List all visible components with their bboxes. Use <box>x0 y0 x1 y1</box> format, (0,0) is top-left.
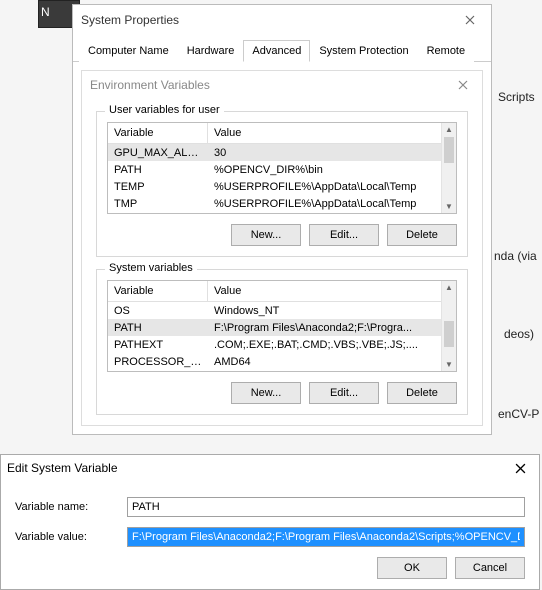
edit-system-variable-dialog: Edit System Variable Variable name: Vari… <box>0 454 540 590</box>
env-titlebar: Environment Variables <box>82 71 482 99</box>
scroll-up-icon[interactable]: ▲ <box>442 283 456 292</box>
listview-row[interactable]: PATHF:\Program Files\Anaconda2;F:\Progra… <box>108 319 456 336</box>
tab-system-protection[interactable]: System Protection <box>310 40 417 62</box>
window-title: System Properties <box>81 13 179 27</box>
esv-body: Variable name: Variable value: OK Cancel <box>1 481 539 589</box>
listview-body: OSWindows_NT PATHF:\Program Files\Anacon… <box>108 302 456 370</box>
scroll-down-icon[interactable]: ▼ <box>442 360 456 369</box>
listview-row[interactable]: OSWindows_NT <box>108 302 456 319</box>
environment-variables-dialog: Environment Variables User variables for… <box>81 70 483 426</box>
ok-button[interactable]: OK <box>377 557 447 579</box>
close-button[interactable] <box>457 7 483 33</box>
system-variables-listview[interactable]: Variable Value OSWindows_NT PATHF:\Progr… <box>107 280 457 372</box>
system-variables-label: System variables <box>105 262 197 274</box>
scroll-thumb[interactable] <box>444 321 454 347</box>
esv-titlebar: Edit System Variable <box>1 455 539 481</box>
listview-body: GPU_MAX_ALLO...30 PATH%OPENCV_DIR%\bin T… <box>108 144 456 212</box>
listview-row[interactable]: PATHEXT.COM;.EXE;.BAT;.CMD;.VBS;.VBE;.JS… <box>108 336 456 353</box>
listview-row[interactable]: GPU_MAX_ALLO...30 <box>108 144 456 161</box>
bg-text-fragment: Scripts <box>494 88 539 106</box>
user-button-row: New... Edit... Delete <box>107 224 457 246</box>
listview-row[interactable]: PROCESSOR_A...AMD64 <box>108 353 456 370</box>
scroll-down-icon[interactable]: ▼ <box>442 202 456 211</box>
esv-close-button[interactable] <box>507 455 533 481</box>
cancel-button[interactable]: Cancel <box>455 557 525 579</box>
column-header-variable[interactable]: Variable <box>108 281 208 301</box>
column-header-value[interactable]: Value <box>208 281 456 301</box>
variable-name-label: Variable name: <box>15 501 127 513</box>
variable-value-input[interactable] <box>127 527 525 547</box>
listview-row[interactable]: TMP%USERPROFILE%\AppData\Local\Temp <box>108 195 456 212</box>
user-new-button[interactable]: New... <box>231 224 301 246</box>
listview-header: Variable Value <box>108 123 456 144</box>
env-close-button[interactable] <box>452 74 474 96</box>
user-edit-button[interactable]: Edit... <box>309 224 379 246</box>
system-properties-window: System Properties Computer Name Hardware… <box>72 4 492 435</box>
variable-name-input[interactable] <box>127 497 525 517</box>
system-variables-group: System variables Variable Value OSWindow… <box>96 269 468 415</box>
column-header-variable[interactable]: Variable <box>108 123 208 143</box>
scroll-up-icon[interactable]: ▲ <box>442 125 456 134</box>
close-icon <box>465 15 475 25</box>
tab-hardware[interactable]: Hardware <box>178 40 244 62</box>
user-delete-button[interactable]: Delete <box>387 224 457 246</box>
listview-row[interactable]: PATH%OPENCV_DIR%\bin <box>108 161 456 178</box>
system-edit-button[interactable]: Edit... <box>309 382 379 404</box>
close-icon <box>515 463 526 474</box>
bg-text-fragment: deos) <box>500 325 538 343</box>
tab-computer-name[interactable]: Computer Name <box>79 40 178 62</box>
tab-remote[interactable]: Remote <box>418 40 475 62</box>
esv-name-row: Variable name: <box>15 497 525 517</box>
bg-text-fragment: enCV-P <box>494 405 542 423</box>
tab-advanced[interactable]: Advanced <box>243 40 310 62</box>
user-variables-label: User variables for user <box>105 104 224 116</box>
env-title: Environment Variables <box>90 78 210 92</box>
listview-row[interactable]: TEMP%USERPROFILE%\AppData\Local\Temp <box>108 178 456 195</box>
tab-strip: Computer Name Hardware Advanced System P… <box>73 39 491 62</box>
user-variables-listview[interactable]: Variable Value GPU_MAX_ALLO...30 PATH%OP… <box>107 122 457 214</box>
variable-value-label: Variable value: <box>15 531 127 543</box>
system-button-row: New... Edit... Delete <box>107 382 457 404</box>
column-header-value[interactable]: Value <box>208 123 456 143</box>
close-icon <box>458 80 468 90</box>
system-new-button[interactable]: New... <box>231 382 301 404</box>
scrollbar[interactable]: ▲ ▼ <box>441 281 456 371</box>
titlebar: System Properties <box>73 5 491 35</box>
listview-header: Variable Value <box>108 281 456 302</box>
esv-title: Edit System Variable <box>7 461 118 475</box>
bg-text-fragment: nda (via <box>490 247 541 265</box>
system-delete-button[interactable]: Delete <box>387 382 457 404</box>
esv-button-row: OK Cancel <box>15 557 525 579</box>
user-variables-group: User variables for user Variable Value G… <box>96 111 468 257</box>
scrollbar[interactable]: ▲ ▼ <box>441 123 456 213</box>
esv-value-row: Variable value: <box>15 527 525 547</box>
scroll-thumb[interactable] <box>444 137 454 163</box>
